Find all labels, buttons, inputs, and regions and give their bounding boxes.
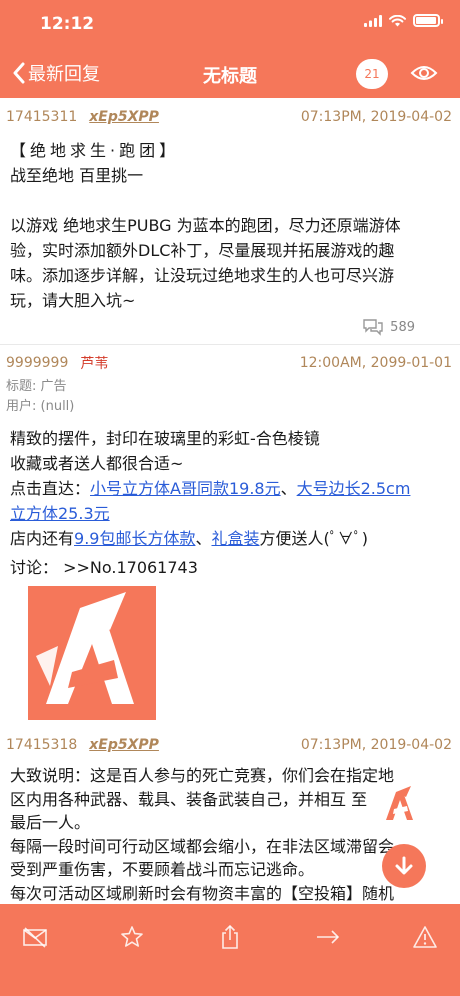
wifi-icon (389, 14, 406, 26)
post-time: 07:13PM, 2019-04-02 (300, 737, 452, 753)
post-body: 【绝地求生·跑团】 战至绝地 百里挑一 以游戏 绝地求生PUBG 为蓝本的跑团，… (10, 138, 450, 313)
star-icon (121, 926, 143, 947)
post-subject: 标题: 广告 (6, 379, 67, 394)
post-main[interactable]: 17415311 xEp5XPP 07:13PM, 2019-04-02 【绝地… (0, 98, 460, 344)
post-line: 以游戏 绝地求生PUBG 为蓝本的跑团，尽力还原端游体 (10, 216, 401, 235)
post-line: 精致的摆件，封印在玻璃里的彩虹-合色棱镜 (10, 429, 320, 448)
link-gift-box[interactable]: 礼盒装 (211, 529, 259, 548)
report-icon (413, 926, 437, 948)
post-line: 每次可活动区域刷新时会有物资丰富的【空投箱】随机 (10, 883, 395, 903)
post-time: 07:13PM, 2019-04-02 (300, 109, 452, 125)
post-id[interactable]: 17415318 (6, 737, 77, 753)
post-line: 立方体25.3元 (10, 501, 450, 526)
text-segment: 、 (195, 529, 212, 548)
status-icons (364, 14, 443, 27)
post-line: 战至绝地 百里挑一 (10, 166, 144, 185)
text-segment: 点击直达： (10, 479, 91, 498)
post-meta: 17415318 xEp5XPP 07:13PM, 2019-04-02 (6, 732, 452, 758)
comment-icon (363, 319, 383, 336)
text-segment: 店内还有 (10, 529, 75, 548)
eye-icon[interactable] (410, 63, 438, 87)
toolbar-share-button[interactable] (215, 922, 245, 952)
text-segment: 方便送人(ﾟ∀ﾟ) (259, 529, 369, 548)
signal-icon (364, 14, 382, 27)
toolbar-hide-button[interactable] (20, 922, 50, 952)
link-cuboid[interactable]: 9.9包邮长方体款 (74, 529, 195, 548)
post-line: 收藏或者送人都很合适~ (10, 454, 184, 473)
post-id[interactable]: 17415311 (6, 109, 77, 125)
post-meta: 17415311 xEp5XPP 07:13PM, 2019-04-02 (6, 104, 452, 130)
post-line: 味。添加逐步详解，让没玩过绝地求生的人也可尽兴游 (10, 266, 395, 285)
post-line: 【绝地求生·跑团】 (10, 141, 180, 160)
arrow-down-icon (395, 856, 413, 875)
status-time: 12:12 (40, 14, 95, 34)
battery-icon (413, 14, 443, 27)
forward-icon (317, 930, 340, 944)
post-line: 讨论： >>No.17061743 (10, 558, 198, 577)
scroll-down-button[interactable] (382, 844, 426, 888)
post-id[interactable]: 9999999 (6, 355, 68, 371)
post-meta: 9999999 芦苇 12:00AM, 2099-01-01 (6, 350, 452, 376)
share-icon (222, 924, 238, 949)
text-segment: 、 (280, 479, 297, 498)
ad-logo-image[interactable] (28, 586, 156, 720)
post-line: 点击直达：小号立方体A哥同款19.8元、大号边长2.5cm (10, 476, 450, 501)
toolbar-report-button[interactable] (410, 922, 440, 952)
link-small-cube[interactable]: 小号立方体A哥同款19.8元 (90, 479, 281, 498)
reply-count-badge[interactable]: 21 (356, 59, 388, 89)
post-user[interactable]: xEp5XPP (89, 109, 159, 125)
toolbar-forward-button[interactable] (313, 922, 343, 952)
post-body: 精致的摆件，封印在玻璃里的彩虹-合色棱镜 收藏或者送人都很合适~ 点击直达：小号… (10, 426, 450, 580)
link-large-cube[interactable]: 大号边长2.5cm (297, 479, 411, 498)
toolbar-favorite-button[interactable] (117, 922, 147, 952)
mail-off-icon (23, 927, 47, 948)
post-user[interactable]: xEp5XPP (89, 737, 159, 753)
link-large-cube-cont[interactable]: 立方体25.3元 (10, 504, 110, 523)
post-ad[interactable]: 9999999 芦苇 12:00AM, 2099-01-01 标题: 广告 用户… (0, 346, 460, 730)
post-line: 玩，请大胆入坑~ (10, 291, 136, 310)
comment-count[interactable]: 589 (362, 318, 415, 336)
divider (0, 344, 460, 345)
bottom-toolbar (0, 904, 460, 996)
app-header: 12:12 最新回复 无标题 21 (0, 0, 460, 98)
post-user[interactable]: 芦苇 (80, 353, 108, 373)
post-username: 用户: (null) (6, 399, 75, 414)
page-title: 无标题 (203, 66, 257, 87)
post-line: 店内还有9.9包邮长方体款、礼盒装方便送人(ﾟ∀ﾟ) (10, 526, 450, 551)
post-line: 验，实时添加额外DLC补丁，尽量展现并拓展游戏的趣 (10, 241, 395, 260)
comment-count-value: 589 (390, 319, 415, 335)
floating-logo-button[interactable] (382, 784, 418, 824)
post-line (10, 188, 450, 213)
post-time: 12:00AM, 2099-01-01 (299, 355, 452, 371)
